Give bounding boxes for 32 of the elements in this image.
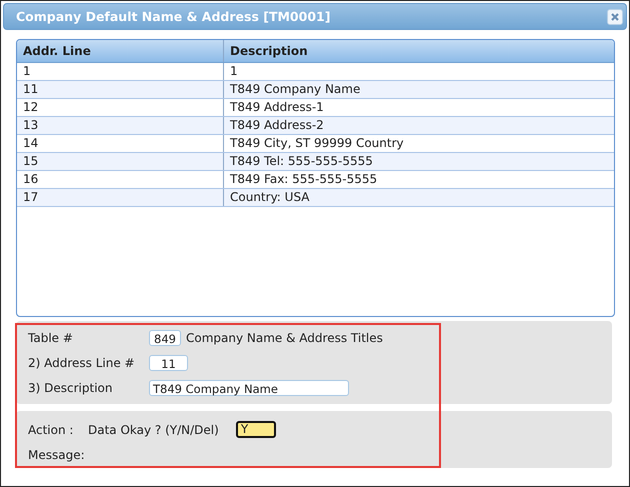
field-label: Table # — [28, 330, 74, 344]
input-field[interactable]: 11 — [149, 354, 188, 370]
table-cell-text: 1 — [229, 63, 239, 80]
field-label: 3) Description — [28, 380, 114, 394]
message-label: Message: — [28, 448, 86, 462]
table-number-field[interactable]: 849 — [149, 330, 181, 346]
table-cell: 12 — [17, 99, 224, 116]
prompt-label: Data Okay ? (Y/N/Del) — [88, 422, 219, 436]
close-button[interactable] — [607, 8, 623, 24]
table-cell-text: T849 Tel: 555-555-5555 — [229, 153, 374, 170]
close-icon — [610, 12, 620, 22]
input-field[interactable]: T849 Company Name — [149, 380, 349, 396]
table-cell-text: T849 Company Name — [229, 81, 362, 98]
table-cell-text: T849 Address-1 — [229, 99, 325, 116]
table-cell-text: Country: USA — [229, 189, 310, 206]
column-header[interactable]: Description — [224, 40, 614, 62]
table-title: Company Name & Address Titles — [186, 330, 383, 344]
table-cell: 13 — [17, 117, 224, 134]
table-cell: 17 — [17, 189, 224, 206]
table-cell: 14 — [17, 135, 224, 152]
table-cell: 11 — [17, 81, 224, 98]
input-field[interactable]: Y — [236, 421, 276, 438]
table-cell-text: T849 Address-2 — [229, 117, 325, 134]
table-cell: 1 — [17, 63, 224, 80]
field-label: 2) Address Line # — [28, 356, 136, 370]
table-cell: 16 — [17, 171, 224, 188]
column-header[interactable]: Addr. Line — [17, 40, 224, 62]
table-cell-text: T849 City, ST 99999 Country — [229, 135, 405, 152]
table-cell: 15 — [17, 153, 224, 170]
window-title: Company Default Name & Address [TM0001] — [16, 9, 330, 24]
table-cell-text: T849 Fax: 555-555-5555 — [229, 171, 378, 188]
action-label: Action : — [28, 422, 74, 436]
